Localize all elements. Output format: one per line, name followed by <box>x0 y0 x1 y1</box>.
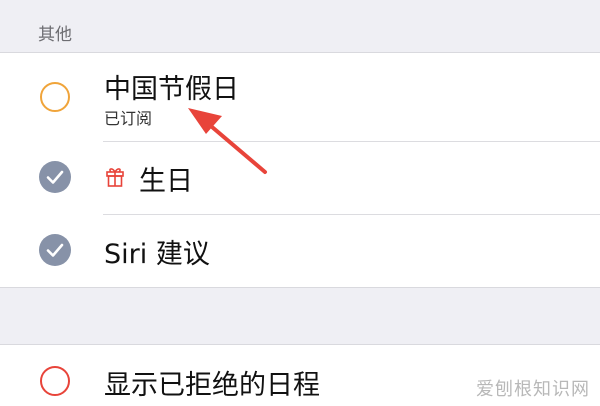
calendar-list: 中国节假日 已订阅 生日 Siri 建议 <box>0 52 600 288</box>
watermark: 爱刨根知识网 <box>476 379 590 400</box>
checkmark-circle-icon[interactable] <box>39 161 71 193</box>
unchecked-circle-icon[interactable] <box>40 82 70 112</box>
show-declined-label: 显示已拒绝的日程 <box>104 370 320 401</box>
calendar-row-birthdays[interactable]: 生日 <box>0 142 600 214</box>
calendar-title: 生日 <box>139 166 193 197</box>
section-header: 其他 <box>0 0 600 52</box>
unchecked-circle-icon[interactable] <box>40 366 70 396</box>
gift-icon <box>106 168 124 187</box>
section-header-label: 其他 <box>38 25 72 45</box>
checkmark-circle-icon[interactable] <box>39 234 71 266</box>
calendar-row-holidays[interactable]: 中国节假日 已订阅 <box>0 53 600 141</box>
calendar-subtitle: 已订阅 <box>104 109 153 128</box>
calendar-title: Siri 建议 <box>104 239 210 270</box>
calendar-title: 中国节假日 <box>104 74 239 105</box>
calendar-row-siri-suggestions[interactable]: Siri 建议 <box>0 215 600 287</box>
